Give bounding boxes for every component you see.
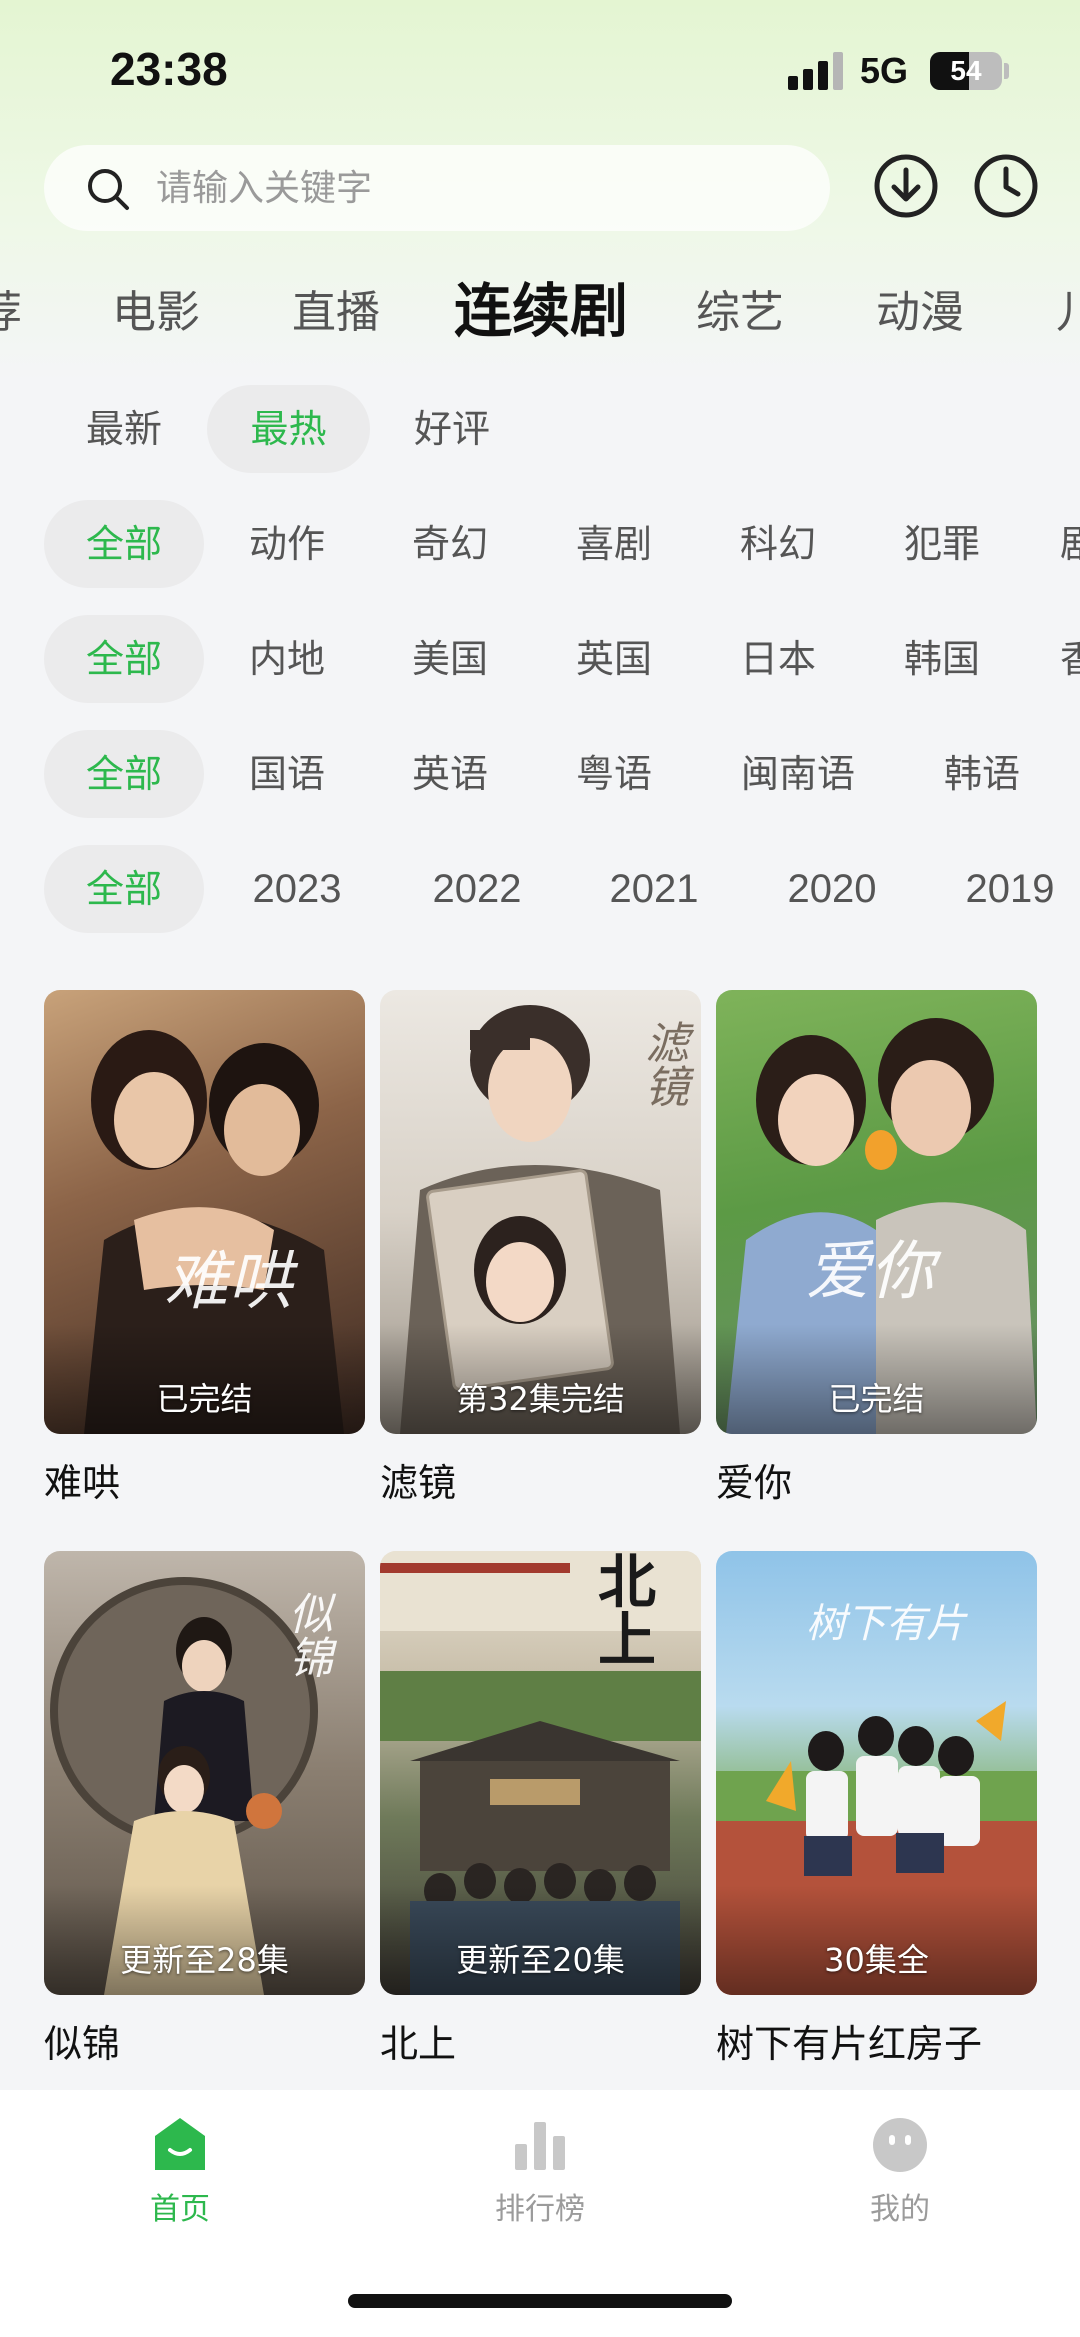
poster-image[interactable]: 难哄 已完结: [44, 990, 365, 1434]
tab-anime[interactable]: 动漫: [876, 276, 964, 340]
poster-title-art: 北上: [588, 1551, 656, 1667]
status-bar: 23:38 5G 54: [0, 0, 1080, 140]
genre-comedy[interactable]: 喜剧: [534, 500, 694, 588]
episode-status-badge: 第32集完结: [456, 1380, 625, 1418]
show-title[interactable]: 似锦: [44, 2013, 365, 2068]
nav-ranking[interactable]: 排行榜: [440, 2114, 640, 2228]
language-filter-row: 全部 国语 英语 粤语 闽南语 韩语: [0, 730, 1080, 820]
genre-scifi[interactable]: 科幻: [698, 500, 858, 588]
show-card[interactable]: 北上 更新至20集 北上: [380, 1551, 701, 2068]
status-time: 23:38: [110, 43, 228, 95]
year-2019[interactable]: 2019: [930, 845, 1080, 933]
download-icon[interactable]: [872, 152, 940, 220]
year-filter-row: 全部 2023 2022 2021 2020 2019: [0, 845, 1080, 935]
sort-newest[interactable]: 最新: [44, 385, 204, 473]
region-korea[interactable]: 韩国: [862, 615, 1022, 703]
show-title[interactable]: 树下有片红房子: [716, 2013, 1037, 2068]
profile-face-icon: [873, 2118, 927, 2172]
nav-ranking-label: 排行榜: [495, 2192, 585, 2227]
region-hongkong[interactable]: 香: [1060, 615, 1080, 703]
region-mainland[interactable]: 内地: [207, 615, 367, 703]
region-filter-row: 全部 内地 美国 英国 日本 韩国 香: [0, 615, 1080, 705]
region-uk[interactable]: 英国: [534, 615, 694, 703]
tab-series[interactable]: 连续剧: [454, 264, 628, 348]
poster-title-art: 爱你: [806, 1235, 934, 1309]
nav-profile-label: 我的: [870, 2192, 930, 2227]
nav-home-label: 首页: [150, 2192, 210, 2227]
search-input[interactable]: [156, 145, 796, 231]
home-icon: [155, 2118, 205, 2170]
poster-title-art: 树下有片: [806, 1601, 966, 1647]
poster-image[interactable]: 北上 更新至20集: [380, 1551, 701, 1995]
poster-title-art: 滤镜: [637, 1020, 688, 1108]
show-title[interactable]: 北上: [380, 2013, 701, 2068]
network-type: 5G: [860, 50, 909, 91]
battery-level: 54: [950, 55, 982, 86]
show-card[interactable]: 滤镜 第32集完结 滤镜: [380, 990, 701, 1507]
genre-crime[interactable]: 犯罪: [862, 500, 1022, 588]
nav-home[interactable]: 首页: [80, 2114, 280, 2228]
tab-recommend[interactable]: 荐: [0, 276, 22, 340]
search-bar[interactable]: [44, 145, 830, 231]
battery-tip: [1004, 63, 1009, 79]
cellular-signal-icon: [788, 52, 844, 90]
category-tabs: 荐 电影 直播 连续剧 综艺 动漫 儿: [0, 262, 1080, 352]
genre-fantasy[interactable]: 奇幻: [370, 500, 530, 588]
show-card[interactable]: 树下有片 30集全 树下有片红房子: [716, 1551, 1037, 2068]
history-clock-icon[interactable]: [972, 152, 1040, 220]
show-title[interactable]: 难哄: [44, 1452, 365, 1507]
sort-top-rated[interactable]: 好评: [372, 385, 532, 473]
home-indicator: [348, 2294, 732, 2308]
nav-profile[interactable]: 我的: [800, 2114, 1000, 2228]
poster-image[interactable]: 爱你 已完结: [716, 990, 1037, 1434]
year-all[interactable]: 全部: [44, 845, 204, 933]
tab-variety[interactable]: 综艺: [696, 276, 784, 340]
tab-live[interactable]: 直播: [292, 276, 380, 340]
poster-image[interactable]: 似锦 更新至28集: [44, 1551, 365, 1995]
search-icon: [88, 169, 129, 210]
poster-title-art: 难哄: [164, 1245, 292, 1319]
sort-hottest[interactable]: 最热: [207, 385, 370, 473]
year-2022[interactable]: 2022: [397, 845, 557, 933]
genre-filter-row: 全部 动作 奇幻 喜剧 科幻 犯罪 剧: [0, 500, 1080, 590]
show-title[interactable]: 爱你: [716, 1452, 1037, 1507]
tab-movies[interactable]: 电影: [112, 276, 200, 340]
region-usa[interactable]: 美国: [370, 615, 530, 703]
show-title[interactable]: 滤镜: [380, 1452, 701, 1507]
language-english[interactable]: 英语: [370, 730, 530, 818]
tab-kids[interactable]: 儿: [1056, 276, 1080, 340]
episode-status-badge: 已完结: [828, 1380, 925, 1418]
year-2020[interactable]: 2020: [752, 845, 912, 933]
show-card[interactable]: 似锦 更新至28集 似锦: [44, 1551, 365, 2068]
language-cantonese[interactable]: 粤语: [534, 730, 694, 818]
episode-status-badge: 更新至20集: [456, 1941, 625, 1979]
poster-image[interactable]: 滤镜 第32集完结: [380, 990, 701, 1434]
show-card[interactable]: 爱你 已完结 爱你: [716, 990, 1037, 1507]
battery-icon: 54: [930, 52, 1002, 90]
year-2021[interactable]: 2021: [574, 845, 734, 933]
region-all[interactable]: 全部: [44, 615, 204, 703]
genre-action[interactable]: 动作: [207, 500, 367, 588]
poster-title-art: 似锦: [281, 1591, 332, 1679]
year-2023[interactable]: 2023: [217, 845, 377, 933]
language-minnan[interactable]: 闽南语: [718, 730, 878, 818]
episode-status-badge: 更新至28集: [120, 1941, 289, 1979]
language-korean[interactable]: 韩语: [902, 730, 1062, 818]
ranking-bars-icon: [515, 2122, 565, 2170]
show-card[interactable]: 难哄 已完结 难哄: [44, 990, 365, 1507]
genre-drama[interactable]: 剧: [1060, 500, 1080, 588]
episode-status-badge: 30集全: [824, 1941, 929, 1979]
language-mandarin[interactable]: 国语: [207, 730, 367, 818]
sort-filter-row: 最新 最热 好评: [0, 385, 1080, 475]
genre-all[interactable]: 全部: [44, 500, 204, 588]
region-japan[interactable]: 日本: [698, 615, 858, 703]
poster-image[interactable]: 树下有片 30集全: [716, 1551, 1037, 1995]
language-all[interactable]: 全部: [44, 730, 204, 818]
episode-status-badge: 已完结: [156, 1380, 253, 1418]
